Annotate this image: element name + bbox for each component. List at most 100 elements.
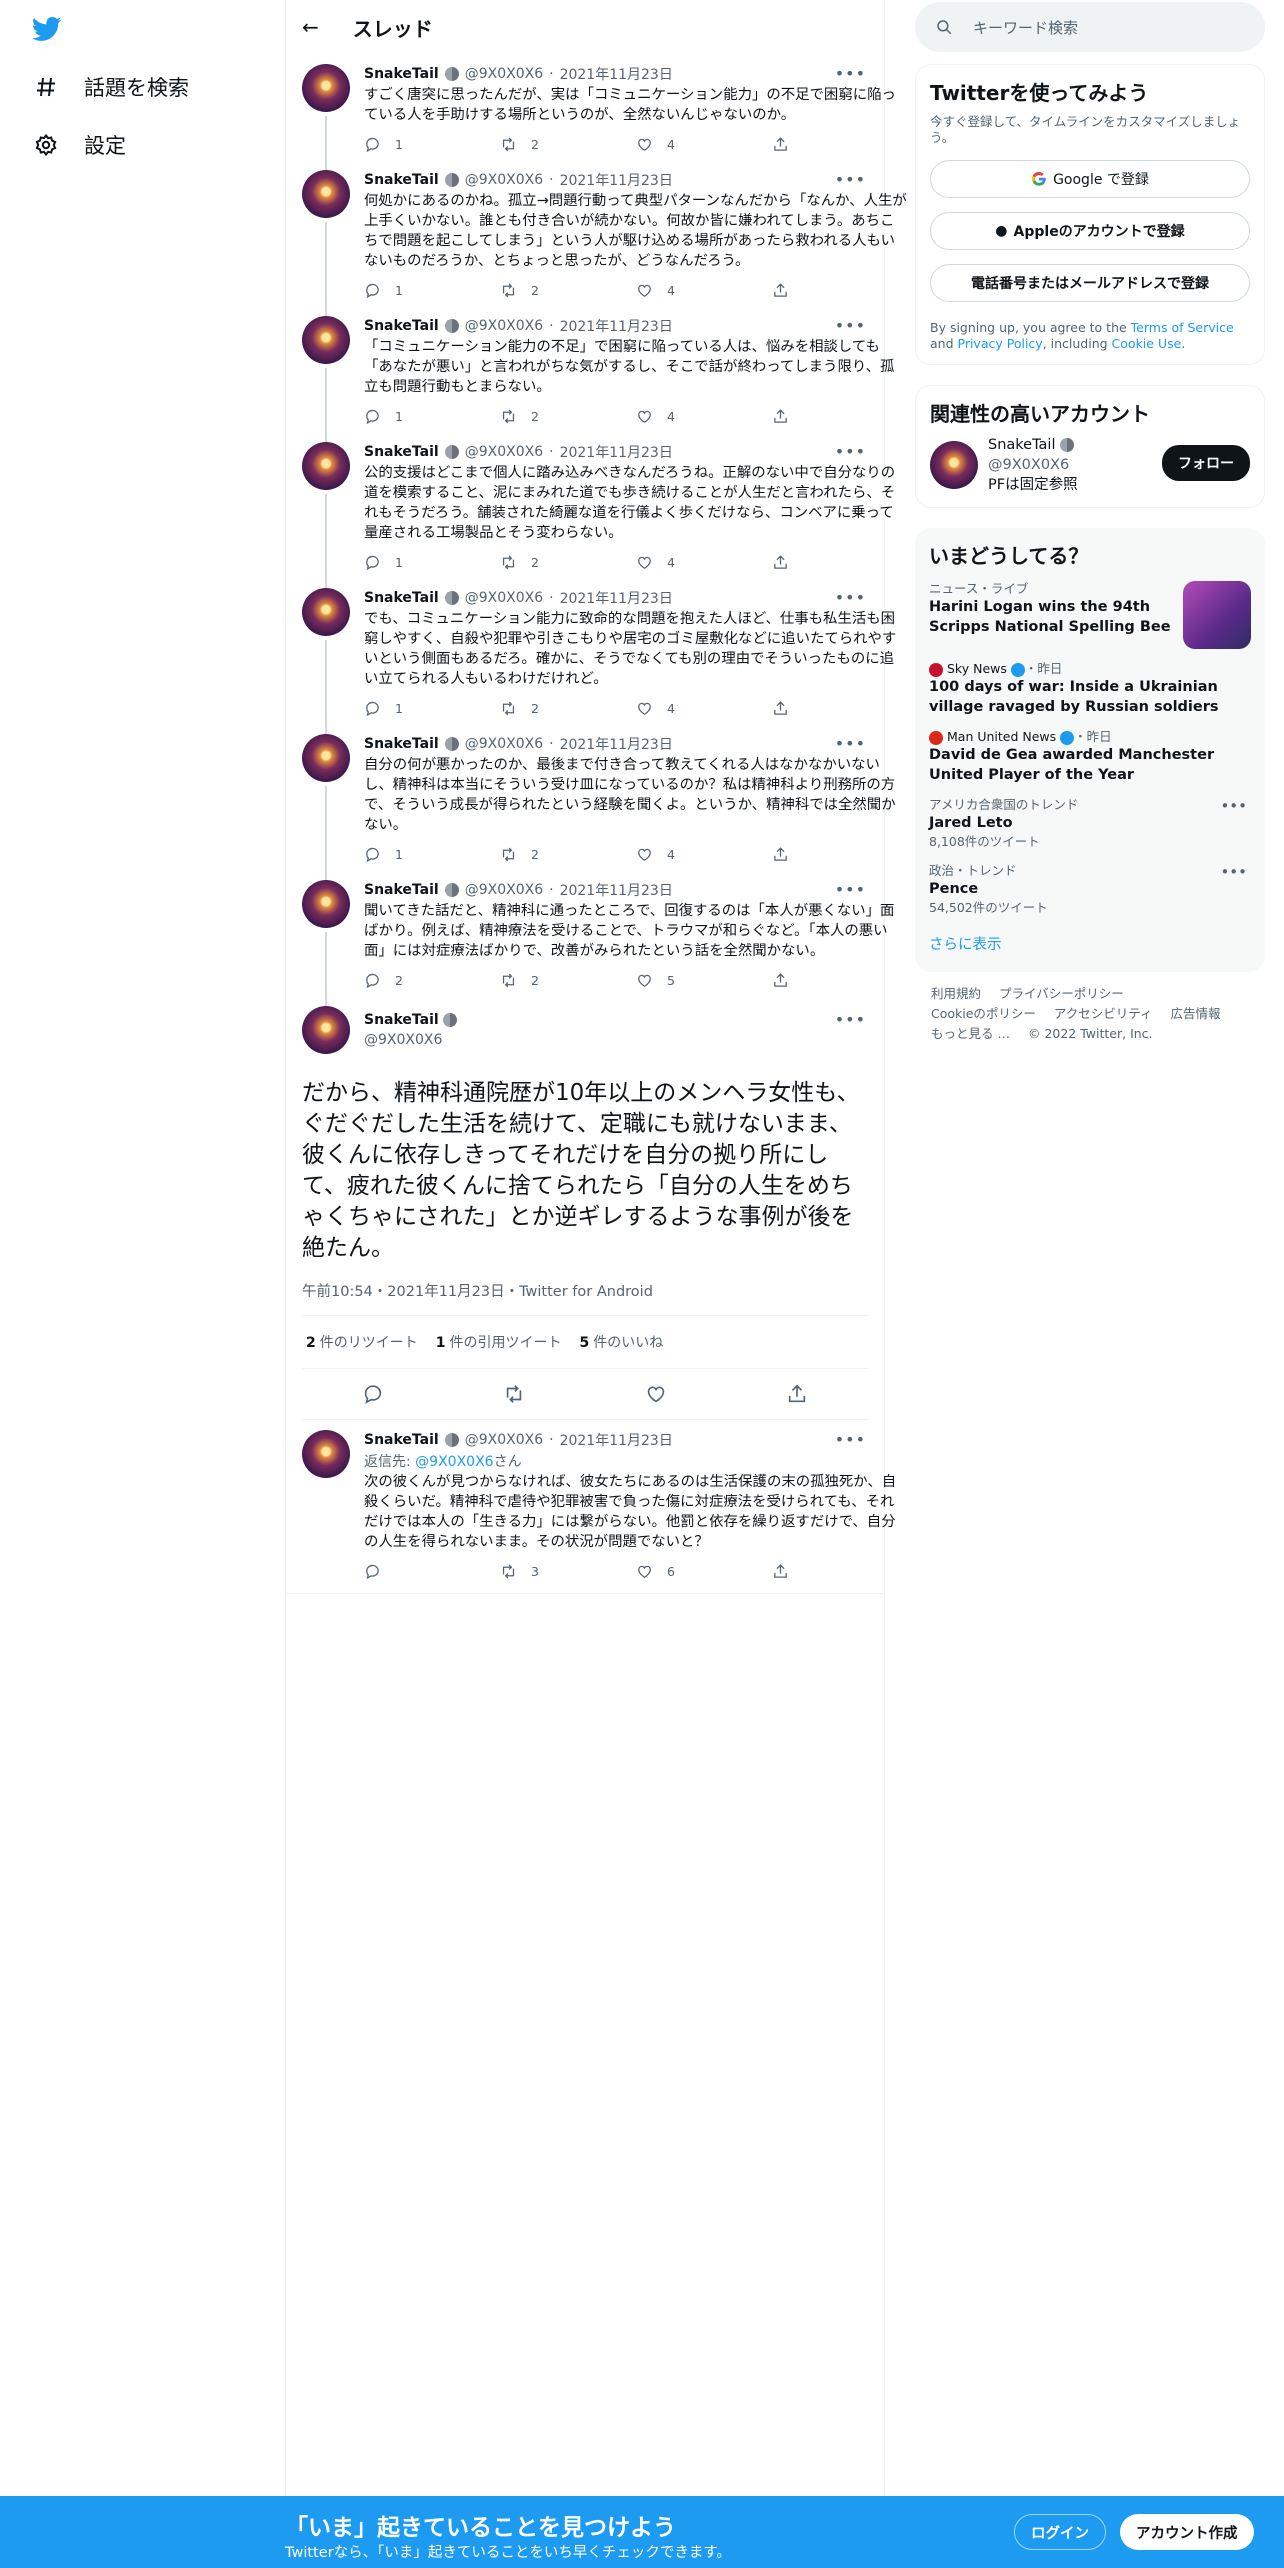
nav-settings[interactable]: 設定: [34, 130, 126, 160]
trend-item[interactable]: Sky News ・昨日 100 days of war: Inside a U…: [929, 661, 1251, 717]
reply-tweet[interactable]: SnakeTail @9X0X0X6 · 2021年11月23日 返信先: @9…: [286, 1420, 896, 1594]
retweet-button[interactable]: 2: [500, 282, 636, 299]
reply-button[interactable]: 2: [364, 972, 500, 989]
avatar[interactable]: [930, 441, 978, 489]
like-button[interactable]: 4: [636, 554, 772, 571]
author-name[interactable]: SnakeTail: [364, 1432, 439, 1448]
avatar[interactable]: [302, 64, 350, 112]
more-options-icon[interactable]: •••: [835, 64, 866, 83]
privacy-link[interactable]: Privacy Policy: [958, 336, 1043, 351]
share-button[interactable]: [772, 282, 908, 299]
retweet-count[interactable]: 2 件のリツイート: [306, 1332, 418, 1352]
avatar[interactable]: [302, 880, 350, 928]
author-handle[interactable]: @9X0X0X6: [465, 172, 543, 188]
login-button[interactable]: ログイン: [1014, 2514, 1106, 2550]
back-arrow-icon[interactable]: ←: [302, 15, 319, 39]
like-count[interactable]: 5 件のいいね: [580, 1332, 664, 1352]
terms-link[interactable]: Terms of Service: [1131, 320, 1234, 335]
avatar[interactable]: [302, 170, 350, 218]
like-button[interactable]: 5: [636, 972, 772, 989]
author-handle[interactable]: @9X0X0X6: [465, 736, 543, 752]
reply-button[interactable]: 1: [364, 136, 500, 153]
like-button[interactable]: 4: [636, 700, 772, 717]
reply-button[interactable]: 1: [364, 700, 500, 717]
thread-tweet[interactable]: SnakeTail @9X0X0X6 · 2021年11月23日 でも、コミュニ…: [286, 578, 896, 738]
tweet-date[interactable]: 2021年11月23日: [560, 734, 673, 754]
tweet-date[interactable]: 2021年11月23日: [560, 442, 673, 462]
tweet-date[interactable]: 2021年11月23日: [560, 170, 673, 190]
quote-count[interactable]: 1 件の引用ツイート: [436, 1332, 562, 1352]
avatar[interactable]: [302, 442, 350, 490]
like-button[interactable]: 4: [636, 846, 772, 863]
author-name[interactable]: SnakeTail: [364, 172, 439, 188]
author-name[interactable]: SnakeTail: [364, 736, 439, 752]
apple-signup-button[interactable]: ● Appleのアカウントで登録: [930, 212, 1250, 250]
search-input[interactable]: キーワード検索: [973, 17, 1078, 38]
author-handle[interactable]: @9X0X0X6: [465, 444, 543, 460]
trend-item[interactable]: ニュース・ライブ Harini Logan wins the 94th Scri…: [929, 581, 1251, 649]
tweet-date[interactable]: 2021年11月23日: [560, 880, 673, 900]
more-options-icon[interactable]: •••: [835, 170, 866, 189]
reply-button[interactable]: 1: [364, 846, 500, 863]
phone-email-signup-button[interactable]: 電話番号またはメールアドレスで登録: [930, 264, 1250, 302]
avatar[interactable]: [302, 1006, 350, 1054]
share-button[interactable]: [772, 1563, 908, 1580]
reply-button[interactable]: 1: [364, 282, 500, 299]
author-handle[interactable]: @9X0X0X6: [465, 318, 543, 334]
show-more-link[interactable]: さらに表示: [929, 933, 1251, 954]
retweet-button[interactable]: 2: [500, 846, 636, 863]
avatar[interactable]: [302, 1430, 350, 1478]
tweet-date[interactable]: 2021年11月23日: [560, 1430, 673, 1450]
footer-link[interactable]: プライバシーポリシー: [999, 986, 1124, 1001]
trend-item[interactable]: アメリカ合衆国のトレンド Jared Leto 8,108件のツイート •••: [929, 797, 1251, 851]
author-name[interactable]: SnakeTail: [364, 66, 439, 82]
share-button[interactable]: [772, 408, 908, 425]
thread-tweet[interactable]: SnakeTail @9X0X0X6 · 2021年11月23日 すごく唐突に思…: [286, 54, 896, 174]
more-options-icon[interactable]: •••: [835, 316, 866, 335]
author-handle[interactable]: @9X0X0X6: [465, 882, 543, 898]
more-options-icon[interactable]: •••: [835, 442, 866, 461]
nav-explore[interactable]: 話題を検索: [34, 72, 189, 102]
trend-item[interactable]: Man United News ・昨日 David de Gea awarded…: [929, 729, 1251, 785]
footer-link[interactable]: Cookieのポリシー: [931, 1006, 1036, 1021]
footer-link[interactable]: 利用規約: [931, 986, 981, 1001]
share-button[interactable]: [772, 846, 908, 863]
author-handle[interactable]: @9X0X0X6: [465, 1432, 543, 1448]
search-box[interactable]: キーワード検索: [915, 2, 1265, 52]
more-options-icon[interactable]: •••: [835, 588, 866, 607]
retweet-button[interactable]: 3: [500, 1563, 636, 1580]
like-button[interactable]: 4: [636, 408, 772, 425]
footer-link[interactable]: アクセシビリティ: [1054, 1006, 1153, 1021]
reply-icon[interactable]: [362, 1383, 384, 1405]
twitter-bird-icon[interactable]: [30, 14, 64, 44]
more-options-icon[interactable]: •••: [835, 1430, 866, 1449]
trend-item[interactable]: 政治・トレンド Pence 54,502件のツイート •••: [929, 863, 1251, 917]
tweet-date[interactable]: 2021年11月23日: [560, 588, 673, 608]
avatar[interactable]: [302, 734, 350, 782]
like-button[interactable]: 4: [636, 282, 772, 299]
share-button[interactable]: [772, 972, 908, 989]
thread-tweet[interactable]: SnakeTail @9X0X0X6 · 2021年11月23日 聞いてきた話だ…: [286, 870, 894, 1010]
reply-button[interactable]: 1: [364, 554, 500, 571]
google-signup-button[interactable]: Google で登録: [930, 160, 1250, 198]
thread-tweet[interactable]: SnakeTail @9X0X0X6 · 2021年11月23日 自分の何が悪か…: [286, 724, 896, 884]
author-name[interactable]: SnakeTail: [364, 882, 439, 898]
share-button[interactable]: [772, 700, 908, 717]
more-options-icon[interactable]: •••: [835, 1010, 866, 1029]
footer-link[interactable]: 広告情報: [1171, 1006, 1221, 1021]
retweet-button[interactable]: 2: [500, 554, 636, 571]
like-button[interactable]: 6: [636, 1563, 772, 1580]
reply-button[interactable]: [364, 1563, 500, 1580]
tweet-date[interactable]: 2021年11月23日: [560, 316, 673, 336]
footer-link[interactable]: もっと見る …: [931, 1026, 1010, 1041]
like-heart-icon[interactable]: [645, 1383, 667, 1405]
more-options-icon[interactable]: •••: [835, 734, 866, 753]
author-handle[interactable]: @9X0X0X6: [465, 66, 543, 82]
avatar[interactable]: [302, 588, 350, 636]
avatar[interactable]: [302, 316, 350, 364]
thread-tweet[interactable]: SnakeTail @9X0X0X6 · 2021年11月23日 何処かにあるの…: [286, 160, 907, 320]
share-icon[interactable]: [786, 1383, 808, 1405]
signup-button[interactable]: アカウント作成: [1120, 2514, 1254, 2550]
focused-tweet-timestamp[interactable]: 午前10:54・2021年11月23日・Twitter for Android: [302, 1280, 868, 1316]
like-button[interactable]: 4: [636, 136, 772, 153]
